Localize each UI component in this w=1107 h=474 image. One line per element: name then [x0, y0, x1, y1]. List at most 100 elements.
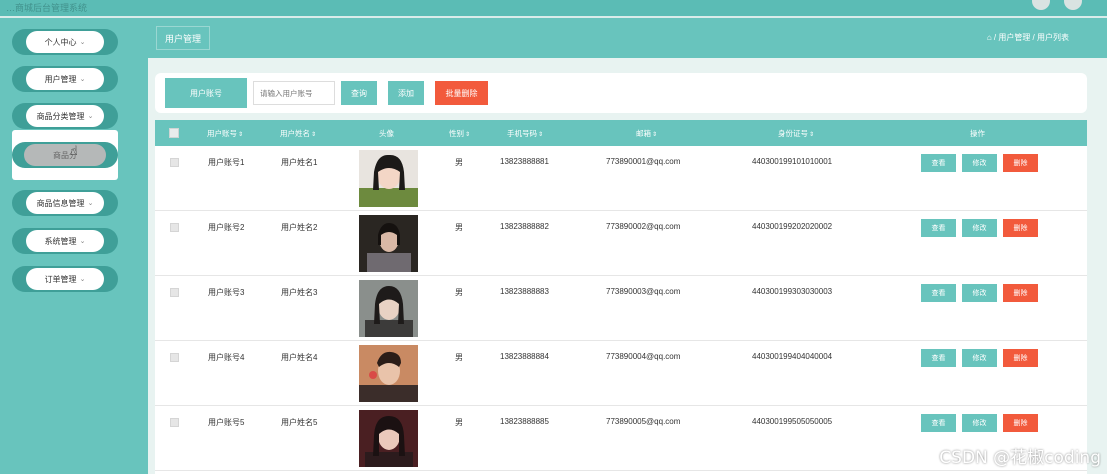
cell-id-card: 440300199202020002 [752, 222, 833, 231]
view-button[interactable]: 查看 [921, 154, 956, 172]
column-header-label: 性别 [449, 129, 464, 138]
cell-id-card: 440300199505050005 [752, 417, 833, 426]
cell-phone: 13823888883 [500, 287, 549, 296]
cell-email: 773890003@qq.com [606, 287, 681, 296]
cell-id-card: 440300199303030003 [752, 287, 833, 296]
cell-phone: 13823888881 [500, 157, 549, 166]
chevron-down-icon: ⌄ [87, 200, 94, 207]
batch-delete-button[interactable]: 批量删除 [435, 81, 488, 105]
avatar [359, 150, 418, 207]
column-header-label: 用户账号 [207, 129, 237, 138]
hand-cursor-icon: ☝ [70, 143, 78, 158]
avatar [359, 215, 418, 272]
tab-user-management[interactable]: 用户管理 [156, 26, 211, 50]
sidebar-item-personal-center[interactable]: 个人中心 ⌄ [12, 29, 118, 55]
edit-button[interactable]: 修改 [962, 349, 997, 367]
sidebar-item-user-management[interactable]: 用户管理 ⌄ [12, 66, 118, 92]
chevron-down-icon: ⌄ [87, 113, 94, 120]
row-checkbox[interactable] [170, 353, 179, 362]
search-panel: 用户账号 查询 添加 批量删除 [155, 73, 1087, 113]
table-header: 用户账号⇕ 用户姓名⇕ 头像 性别⇕ 手机号码⇕ 邮箱⇕ 身份证号⇕ 操作 [155, 120, 1087, 146]
cell-name: 用户姓名2 [281, 223, 318, 232]
column-header-label: 邮箱 [636, 129, 651, 138]
edit-button[interactable]: 修改 [962, 219, 997, 237]
row-checkbox[interactable] [170, 418, 179, 427]
sidebar-item-product-management[interactable]: 商品信息管理 ⌄ [12, 190, 118, 216]
cell-account: 用户账号3 [208, 288, 245, 297]
table-row: 用户账号2 用户姓名2 男 13823888882 773890002@qq.c… [155, 211, 1087, 276]
table-row: 用户账号4 用户姓名4 男 13823888884 773890004@qq.c… [155, 341, 1087, 406]
sidebar-item-label: 商品分类管理 [36, 111, 85, 121]
chevron-down-icon: ⌄ [79, 276, 86, 283]
sort-icon: ⇕ [652, 132, 658, 138]
cell-phone: 13823888885 [500, 417, 549, 426]
account-search-input[interactable] [253, 81, 335, 105]
select-all-checkbox[interactable] [169, 128, 179, 138]
sort-icon: ⇕ [538, 132, 544, 138]
cell-phone: 13823888882 [500, 222, 549, 231]
sort-icon: ⇕ [311, 132, 317, 138]
delete-button[interactable]: 删除 [1003, 219, 1038, 237]
cell-name: 用户姓名4 [281, 353, 318, 362]
table-row: 用户账号3 用户姓名3 男 13823888883 773890003@qq.c… [155, 276, 1087, 341]
delete-button[interactable]: 删除 [1003, 414, 1038, 432]
breadcrumb[interactable]: ⌂ / 用户管理 / 用户列表 [987, 32, 1069, 43]
top-bar: …商城后台管理系统 [0, 0, 1107, 18]
cell-id-card: 440300199404040004 [752, 352, 833, 361]
cell-gender: 男 [455, 418, 463, 427]
view-button[interactable]: 查看 [921, 284, 956, 302]
sidebar-item-label: 系统管理 [44, 236, 77, 246]
cell-gender: 男 [455, 223, 463, 232]
cell-name: 用户姓名3 [281, 288, 318, 297]
row-checkbox[interactable] [170, 223, 179, 232]
avatar [359, 280, 418, 337]
column-header-actions: 操作 [970, 129, 985, 138]
cell-email: 773890001@qq.com [606, 157, 681, 166]
window-control-icon[interactable] [1032, 0, 1050, 10]
edit-button[interactable]: 修改 [962, 414, 997, 432]
window-control-icon[interactable] [1064, 0, 1082, 10]
delete-button[interactable]: 删除 [1003, 349, 1038, 367]
cell-account: 用户账号2 [208, 223, 245, 232]
view-button[interactable]: 查看 [921, 414, 956, 432]
sidebar-item-system-management[interactable]: 系统管理 ⌄ [12, 228, 118, 254]
chevron-down-icon: ⌄ [79, 76, 86, 83]
edit-button[interactable]: 修改 [962, 154, 997, 172]
cell-gender: 男 [455, 158, 463, 167]
delete-button[interactable]: 删除 [1003, 154, 1038, 172]
page-header: 用户管理 ⌂ / 用户管理 / 用户列表 [148, 18, 1107, 58]
column-header-name[interactable]: 用户姓名⇕ [280, 128, 316, 139]
edit-button[interactable]: 修改 [962, 284, 997, 302]
cell-name: 用户姓名1 [281, 158, 318, 167]
cell-account: 用户账号4 [208, 353, 245, 362]
column-header-phone[interactable]: 手机号码⇕ [507, 128, 543, 139]
view-button[interactable]: 查看 [921, 219, 956, 237]
view-button[interactable]: 查看 [921, 349, 956, 367]
chevron-down-icon: ⌄ [79, 238, 86, 245]
cell-phone: 13823888884 [500, 352, 549, 361]
row-checkbox[interactable] [170, 288, 179, 297]
row-checkbox[interactable] [170, 158, 179, 167]
cell-gender: 男 [455, 288, 463, 297]
column-header-account[interactable]: 用户账号⇕ [207, 128, 243, 139]
cell-gender: 男 [455, 353, 463, 362]
sidebar-item-label: 用户管理 [44, 74, 77, 84]
delete-button[interactable]: 删除 [1003, 284, 1038, 302]
sidebar-item-category-management[interactable]: 商品分类管理 ⌄ [12, 103, 118, 129]
sidebar-submenu: 商品分 [12, 130, 118, 180]
add-button[interactable]: 添加 [388, 81, 424, 105]
cell-email: 773890002@qq.com [606, 222, 681, 231]
chevron-down-icon: ⌄ [79, 39, 86, 46]
account-field-label: 用户账号 [165, 78, 247, 108]
column-header-label: 身份证号 [778, 129, 808, 138]
query-button[interactable]: 查询 [341, 81, 377, 105]
cell-id-card: 440300199101010001 [752, 157, 833, 166]
sidebar-item-label: 订单管理 [44, 274, 77, 284]
cell-name: 用户姓名5 [281, 418, 318, 427]
column-header-gender[interactable]: 性别⇕ [449, 128, 470, 139]
submenu-item-category[interactable]: 商品分 [12, 142, 118, 168]
watermark: CSDN @花椒coding [939, 448, 1101, 468]
column-header-id-card[interactable]: 身份证号⇕ [778, 128, 814, 139]
column-header-email[interactable]: 邮箱⇕ [636, 128, 657, 139]
sidebar-item-order-management[interactable]: 订单管理 ⌄ [12, 266, 118, 292]
